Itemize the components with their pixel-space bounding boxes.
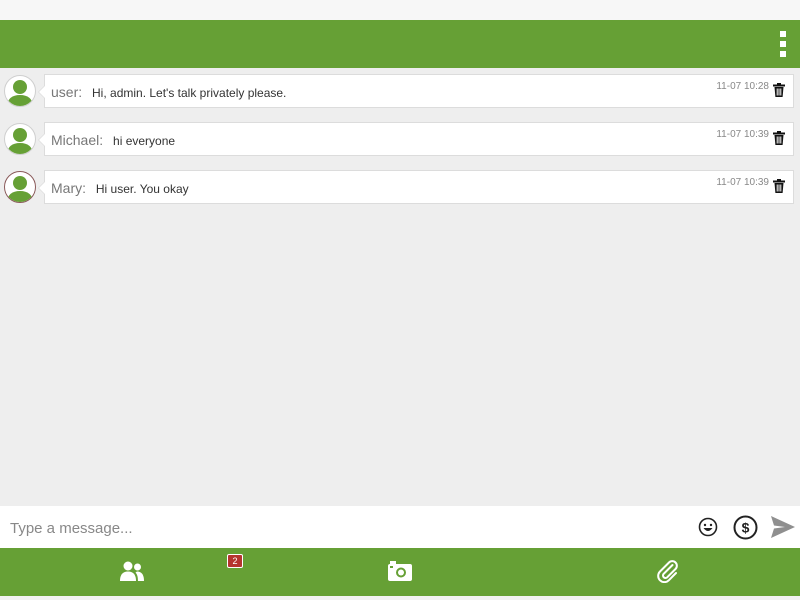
- send-icon[interactable]: [770, 515, 796, 539]
- trash-icon[interactable]: [773, 83, 785, 97]
- message-item: Michael: hi everyone 11-07 10:39: [0, 122, 800, 158]
- top-bar: [0, 20, 800, 68]
- message-list[interactable]: user: Hi, admin. Let's talk privately pl…: [0, 68, 800, 506]
- paperclip-icon[interactable]: [656, 559, 680, 583]
- message-text: Hi user. You okay: [95, 182, 189, 196]
- message-time: 11-07 10:28: [716, 81, 769, 92]
- message-item: user: Hi, admin. Let's talk privately pl…: [0, 74, 800, 110]
- trash-icon[interactable]: [773, 179, 785, 193]
- message-text: hi everyone: [113, 134, 176, 148]
- message-bubble: Michael: hi everyone 11-07 10:39: [38, 122, 794, 156]
- message-sender[interactable]: user:: [51, 84, 82, 100]
- user-avatar-icon[interactable]: [4, 75, 36, 107]
- message-input[interactable]: [8, 514, 682, 542]
- svg-text:$: $: [742, 520, 750, 536]
- user-avatar-icon[interactable]: [4, 171, 36, 203]
- bottom-bar: 2: [0, 548, 800, 596]
- emoji-icon[interactable]: [698, 517, 718, 537]
- users-count-badge: 2: [227, 554, 243, 568]
- bottom-strip: [0, 596, 800, 600]
- message-bubble: user: Hi, admin. Let's talk privately pl…: [38, 74, 794, 108]
- dollar-icon[interactable]: $: [733, 515, 758, 540]
- chat-app: user: Hi, admin. Let's talk privately pl…: [0, 0, 800, 600]
- trash-icon[interactable]: [773, 131, 785, 145]
- message-bubble: Mary: Hi user. You okay 11-07 10:39: [38, 170, 794, 204]
- more-menu-icon[interactable]: [776, 31, 790, 57]
- camera-icon[interactable]: [387, 560, 413, 582]
- users-icon[interactable]: [119, 560, 145, 582]
- message-item: Mary: Hi user. You okay 11-07 10:39: [0, 170, 800, 206]
- message-time: 11-07 10:39: [716, 129, 769, 140]
- message-time: 11-07 10:39: [716, 177, 769, 188]
- message-text: Hi, admin. Let's talk privately please.: [92, 86, 287, 100]
- message-sender[interactable]: Michael:: [51, 132, 103, 148]
- user-avatar-icon[interactable]: [4, 123, 36, 155]
- message-composer: $: [0, 506, 800, 548]
- message-sender[interactable]: Mary:: [51, 180, 86, 196]
